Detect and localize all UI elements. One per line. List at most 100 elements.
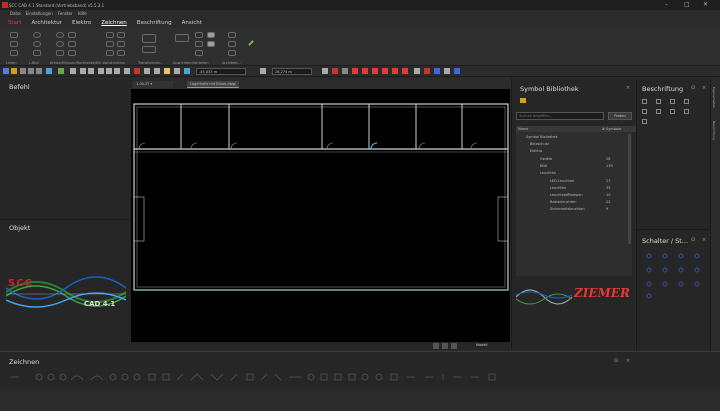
maximize-button[interactable]: □	[684, 1, 690, 8]
symbol-tree-scrollbar[interactable]	[628, 134, 631, 244]
line-icon[interactable]	[10, 32, 18, 38]
tree-row-blitzschutz[interactable]: Blitzschutz	[516, 141, 636, 147]
viewport-icon[interactable]	[451, 343, 457, 349]
layer-icon[interactable]	[46, 68, 52, 74]
window-icon[interactable]	[228, 41, 236, 47]
polyline-icon[interactable]	[10, 41, 18, 47]
align-center-icon[interactable]	[195, 41, 203, 47]
tab-elektro[interactable]: Elektro	[72, 20, 91, 26]
copy-icon[interactable]	[106, 68, 112, 74]
tree-row-knx[interactable]: KNX 139	[516, 163, 636, 169]
offset-icon[interactable]	[106, 32, 114, 38]
layout-icon[interactable]	[454, 68, 460, 74]
beschriftung-pin-icon[interactable]: ⵙ	[691, 85, 695, 91]
break-icon[interactable]	[117, 50, 125, 56]
grid-view-icon[interactable]	[642, 119, 647, 124]
pencil-icon[interactable]	[248, 40, 254, 46]
dimension-aligned-icon[interactable]	[656, 109, 661, 114]
tree-row-sicherheitsleuchten[interactable]: Sicherheitsleuchten 9	[516, 206, 636, 212]
insert-icon[interactable]	[434, 68, 440, 74]
square-tool-icon[interactable]	[56, 50, 64, 56]
switch-symbols-grid[interactable]	[641, 250, 707, 300]
pan-icon[interactable]	[134, 68, 140, 74]
dimension-arc-icon[interactable]	[684, 109, 689, 114]
side-tab-beschriftung[interactable]: Beschriftung	[712, 121, 716, 140]
extend-icon[interactable]	[106, 41, 114, 47]
redo-icon[interactable]	[88, 68, 94, 74]
undo-icon[interactable]	[80, 68, 86, 74]
new-file-icon[interactable]	[3, 68, 9, 74]
menu-hilfe[interactable]: Hilfe	[78, 11, 87, 16]
ellipse-icon[interactable]	[33, 41, 41, 47]
dim-icon[interactable]	[382, 68, 388, 74]
coord-x-field[interactable]: -45,033 m	[196, 68, 246, 75]
lock-icon[interactable]	[260, 68, 266, 74]
leader-icon[interactable]	[670, 99, 675, 104]
tab-zeichnen[interactable]: Zeichnen	[101, 20, 127, 26]
doc-tab-lagerhalle[interactable]: Lagerhalle mit Büros.dwg ×	[187, 81, 239, 88]
side-tab-eigenschaften[interactable]: Eigenschaften	[712, 87, 716, 108]
open-folder-icon[interactable]	[11, 68, 17, 74]
tree-row-leuchten-folder[interactable]: Leuchten	[516, 170, 636, 176]
block-icon[interactable]	[424, 68, 430, 74]
zoom-window-icon[interactable]	[144, 68, 150, 74]
tab-beschriftung[interactable]: Beschriftung	[137, 20, 172, 26]
tab-architektur[interactable]: Architektur	[31, 20, 62, 26]
coord-y-field[interactable]: 26,274 m	[272, 68, 312, 75]
tree-row-leuchten[interactable]: Leuchten 35	[516, 185, 636, 191]
tree-row-elektro[interactable]: Elektro	[516, 148, 636, 154]
xref-icon[interactable]	[444, 68, 450, 74]
menu-datei[interactable]: Datei	[10, 11, 21, 16]
dimension-angle-icon[interactable]	[670, 109, 675, 114]
tree-row-leuchtstofflampen[interactable]: Leuchtstofflampen 10	[516, 192, 636, 198]
snap-icon[interactable]	[58, 68, 64, 74]
table-icon[interactable]	[684, 99, 689, 104]
tree-row-rasterleuchten[interactable]: Rasterleuchten 22	[516, 199, 636, 205]
close-button[interactable]: ✕	[703, 1, 708, 8]
dim-angle-icon[interactable]	[392, 68, 398, 74]
symbol-library-close-icon[interactable]: ×	[626, 85, 630, 91]
chamfer-icon[interactable]	[106, 50, 114, 56]
trim-icon[interactable]	[117, 32, 125, 38]
rounded-rect-icon[interactable]	[68, 50, 76, 56]
paste-icon[interactable]	[114, 68, 120, 74]
layout-view-icon[interactable]	[433, 343, 439, 349]
tab-ansicht[interactable]: Ansicht	[182, 20, 202, 26]
color-red-icon[interactable]	[332, 68, 338, 74]
doc-tab-extra[interactable]: 1.00.37 ▾ Extra.dwg	[133, 81, 173, 93]
tree-row-led-leuchten[interactable]: LED-Leuchten 27	[516, 178, 636, 184]
print-icon[interactable]	[28, 68, 34, 74]
polygon-tool-icon[interactable]	[68, 41, 76, 47]
align-icon[interactable]	[175, 34, 189, 42]
door-icon[interactable]	[228, 50, 236, 56]
grid-icon[interactable]	[174, 68, 180, 74]
circle-icon[interactable]	[33, 32, 41, 38]
draw-tools-row[interactable]	[9, 372, 509, 382]
object-snap-icon[interactable]	[322, 68, 328, 74]
symbol-search-input[interactable]: Suchen begriffen...	[516, 112, 604, 120]
align-left-icon[interactable]	[195, 32, 203, 38]
ortho-icon[interactable]	[184, 68, 190, 74]
text-icon[interactable]	[414, 68, 420, 74]
minimize-button[interactable]: –	[665, 1, 668, 8]
schalter-close-icon[interactable]: ×	[702, 237, 706, 243]
wall-icon[interactable]	[228, 32, 236, 38]
distribute-v-icon[interactable]	[207, 41, 215, 47]
doc-tab-close-icon[interactable]: ×	[233, 81, 236, 88]
dim-radius-icon[interactable]	[402, 68, 408, 74]
angle-icon[interactable]	[372, 68, 378, 74]
rect-icon[interactable]	[33, 50, 41, 56]
tab-start[interactable]: Start	[8, 20, 21, 26]
tree-row-symbol-bibliothek[interactable]: Symbol Bibliothek	[516, 134, 636, 140]
arc-icon[interactable]	[10, 50, 18, 56]
multitext-icon[interactable]	[656, 99, 661, 104]
pen-icon[interactable]	[70, 68, 76, 74]
schalter-pin-icon[interactable]: ⵙ	[691, 237, 695, 243]
move-icon[interactable]	[142, 34, 156, 43]
zoom-icon[interactable]	[124, 68, 130, 74]
beschriftung-close-icon[interactable]: ×	[702, 85, 706, 91]
text-tool-icon[interactable]	[642, 99, 647, 104]
rectangle-tool-icon[interactable]	[68, 32, 76, 38]
measure-icon[interactable]	[154, 68, 160, 74]
save-icon[interactable]	[20, 68, 26, 74]
